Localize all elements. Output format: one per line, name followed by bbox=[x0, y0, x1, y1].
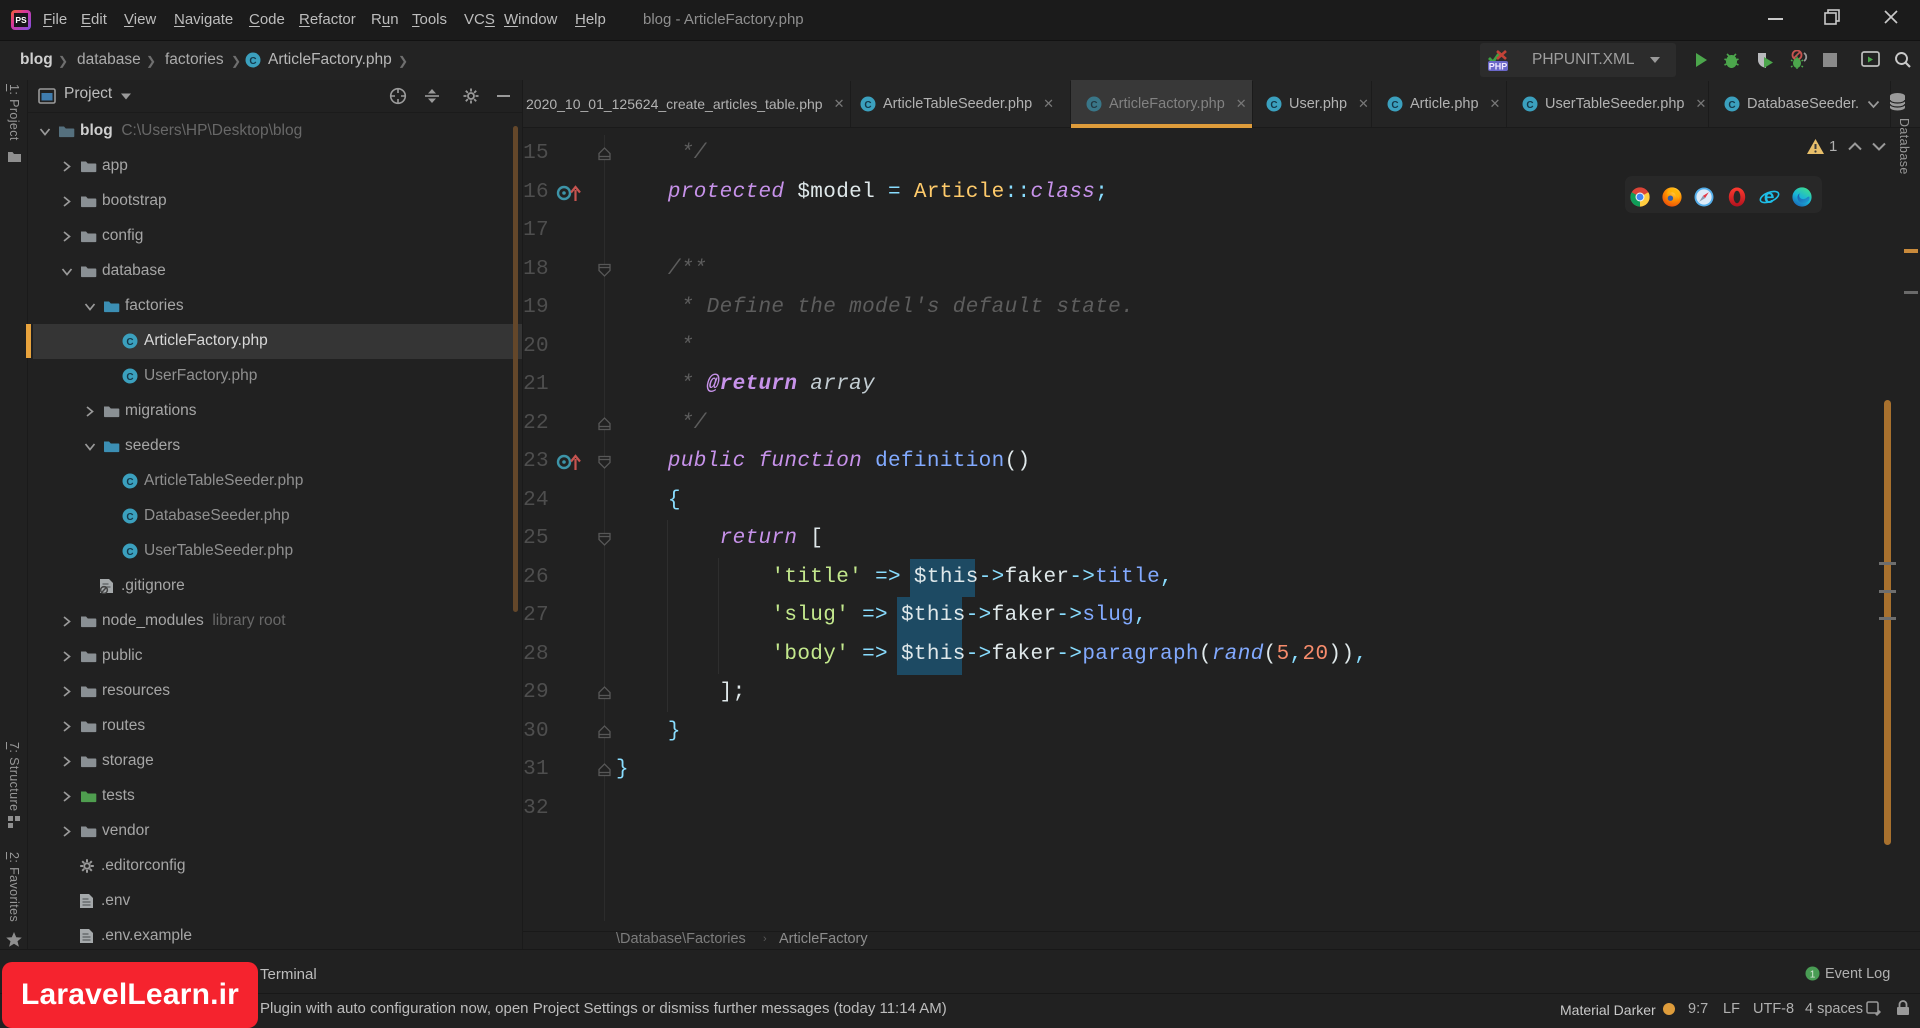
svg-text:PHP: PHP bbox=[1489, 62, 1508, 72]
svg-text:C: C bbox=[1728, 100, 1735, 111]
svg-text:1: 1 bbox=[1810, 970, 1816, 981]
svg-text:C: C bbox=[126, 477, 133, 488]
svg-text:e: e bbox=[1764, 187, 1775, 207]
svg-text:C: C bbox=[1391, 100, 1398, 111]
svg-text:C: C bbox=[126, 512, 133, 523]
svg-text:PS: PS bbox=[15, 15, 27, 25]
svg-text:C: C bbox=[249, 56, 256, 67]
svg-text:C: C bbox=[126, 372, 133, 383]
svg-text:C: C bbox=[126, 547, 133, 558]
svg-text:C: C bbox=[1526, 100, 1533, 111]
svg-text:C: C bbox=[864, 100, 871, 111]
svg-text:C: C bbox=[126, 337, 133, 348]
svg-text:C: C bbox=[1270, 100, 1277, 111]
svg-text:C: C bbox=[1090, 100, 1097, 111]
